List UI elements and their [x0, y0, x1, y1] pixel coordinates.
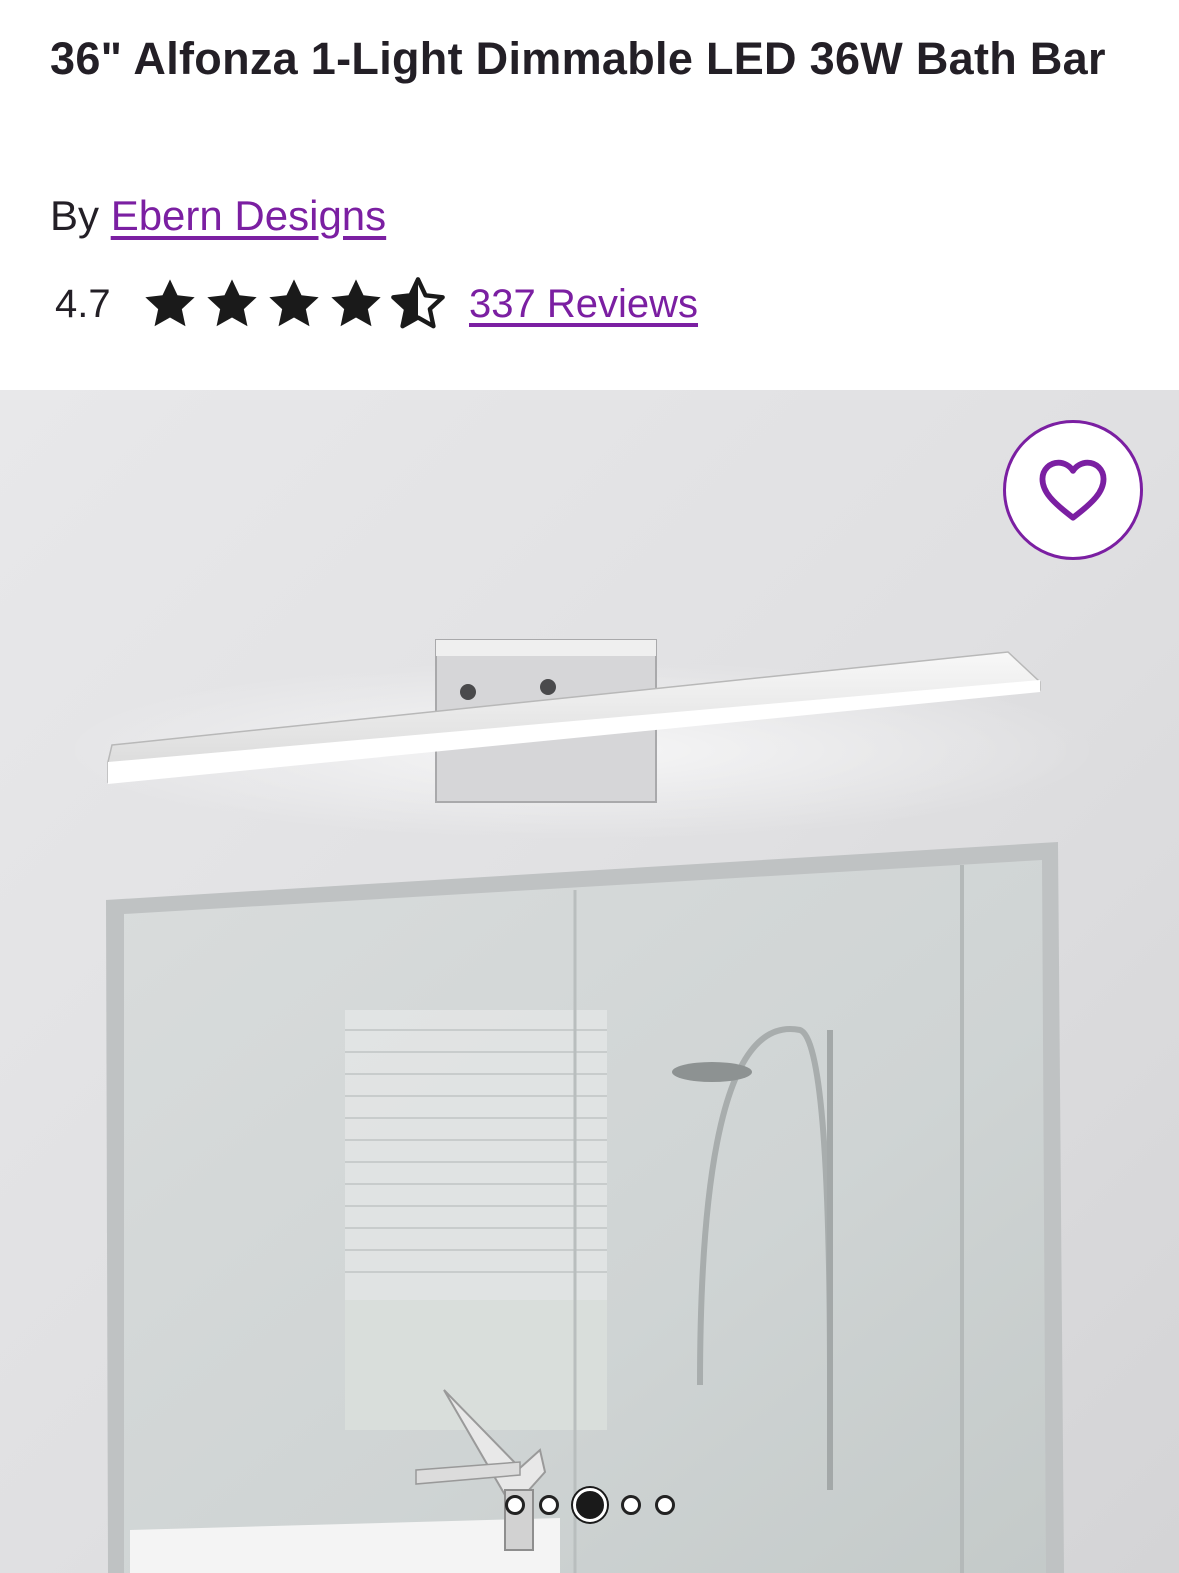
carousel-dot-3-active[interactable] [572, 1488, 607, 1522]
reviews-link[interactable]: 337 Reviews [469, 282, 698, 327]
star-icon [331, 279, 381, 327]
heart-icon [1039, 459, 1107, 521]
star-icon [145, 279, 195, 327]
by-label: By [50, 192, 100, 239]
rating-row: 4.7 337 Reviews [55, 274, 698, 334]
product-title: 36" Alfonza 1-Light Dimmable LED 36W Bat… [50, 33, 1106, 84]
rating-value: 4.7 [55, 281, 111, 326]
carousel-pagination [0, 1487, 1179, 1523]
product-header: 36" Alfonza 1-Light Dimmable LED 36W Bat… [0, 0, 1179, 390]
star-icon [207, 279, 257, 327]
product-photo [0, 390, 1179, 1573]
product-image-gallery[interactable] [0, 390, 1179, 1573]
carousel-dot-4[interactable] [620, 1495, 641, 1515]
favorite-button[interactable] [1003, 420, 1143, 560]
star-rating [141, 275, 447, 333]
byline: By Ebern Designs [50, 188, 386, 244]
star-half-icon [391, 277, 445, 329]
carousel-dot-1[interactable] [504, 1495, 525, 1515]
brand-link[interactable]: Ebern Designs [111, 192, 386, 239]
carousel-dot-5[interactable] [654, 1495, 675, 1515]
star-icon [269, 279, 319, 327]
carousel-dot-2[interactable] [538, 1495, 559, 1515]
